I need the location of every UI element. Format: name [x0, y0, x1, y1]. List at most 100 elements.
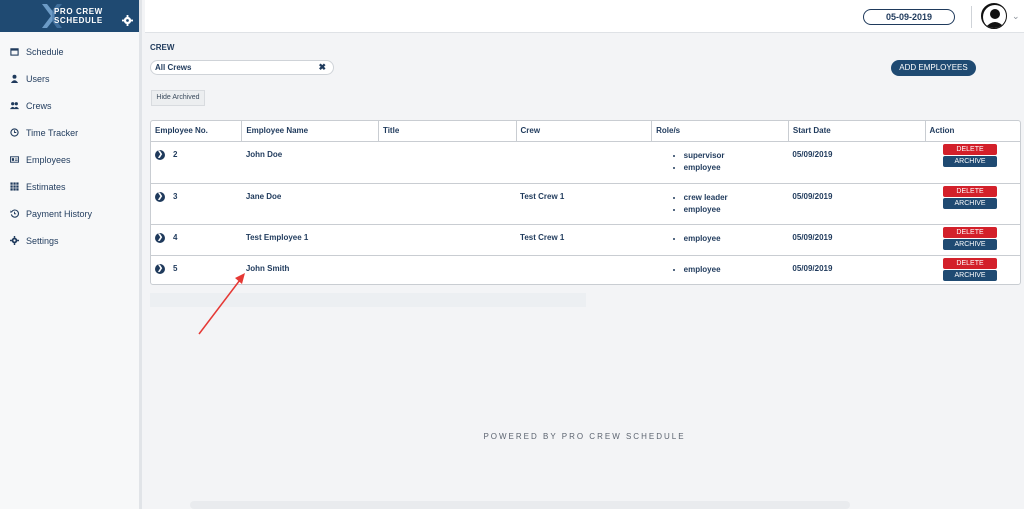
add-employees-button[interactable]: ADD EMPLOYEES: [891, 60, 976, 76]
start-date: 05/09/2019: [792, 191, 833, 201]
employee-name: John Doe: [245, 149, 283, 159]
chevron-right-icon[interactable]: ❯: [155, 263, 165, 274]
delete-button[interactable]: DELETE: [943, 143, 998, 155]
roles-list: crew leaderemployee: [656, 192, 789, 216]
footer-shadow: [190, 501, 850, 509]
column-header: Action: [929, 126, 955, 136]
role-item: employee: [684, 264, 789, 276]
employee-title: [378, 224, 516, 255]
start-date: 05/09/2019: [792, 149, 833, 159]
sidebar-item-label: Payment History: [26, 208, 93, 219]
employees-table: Employee No. Employee Name Title Crew Ro…: [150, 120, 1021, 285]
divider: [971, 6, 972, 28]
chevron-down-icon[interactable]: ⌄: [1012, 11, 1020, 22]
sidebar-item-label: Settings: [26, 235, 59, 246]
role-item: employee: [684, 204, 789, 216]
employee-no: 5: [173, 263, 178, 273]
logo-line-2: SCHEDULE: [54, 16, 103, 25]
sidebar-item-label: Estimates: [26, 181, 66, 192]
logo-bar: PRO CREW SCHEDULE: [0, 0, 139, 32]
crew-label: CREW: [150, 43, 175, 52]
archive-button[interactable]: ARCHIVE: [943, 238, 998, 250]
start-date: 05/09/2019: [792, 263, 833, 273]
column-header[interactable]: Crew: [516, 121, 653, 141]
calendar-icon: [10, 48, 19, 56]
main-content: CREW All Crews ✖ ADD EMPLOYEES Hide Arch…: [145, 33, 1024, 509]
archive-button[interactable]: ARCHIVE: [943, 155, 998, 167]
archive-button[interactable]: ARCHIVE: [943, 197, 998, 209]
sidebar-item-time-tracker[interactable]: Time Tracker: [0, 119, 139, 146]
table-row: ❯4 Test Employee 1 Test Crew 1 employee …: [151, 224, 1020, 255]
table-row: ❯ 3 Jane Doe Test Crew 1 crew leaderemplo…: [151, 183, 1020, 224]
delete-button[interactable]: DELETE: [943, 226, 998, 238]
employee-title: [378, 183, 516, 224]
hide-archived-button[interactable]: Hide Archived: [151, 90, 205, 106]
employee-no: 2: [173, 149, 178, 159]
annotation-arrow-icon: [198, 273, 245, 335]
gear-icon: [10, 236, 19, 245]
table-row: ❯ 5 John Smith employee 05/09/2019 DELETE…: [151, 255, 1020, 285]
sidebar-item-crews[interactable]: Crews: [0, 92, 139, 119]
sidebar-item-label: Time Tracker: [26, 127, 79, 138]
logo-line-1: PRO CREW: [54, 7, 103, 16]
user-icon: [10, 74, 19, 83]
column-header[interactable]: Role/s: [651, 121, 789, 141]
roles-list: employee: [656, 233, 789, 245]
sidebar-item-settings[interactable]: Settings: [0, 227, 139, 254]
sidebar: PRO CREW SCHEDULE Schedule Users Crews T…: [0, 0, 142, 509]
employee-name: John Smith: [245, 263, 290, 273]
clock-icon: [10, 128, 19, 137]
roles-list: supervisoremployee: [656, 150, 789, 174]
employee-name: Jane Doe: [245, 191, 282, 201]
employee-crew: Test Crew 1: [520, 191, 565, 201]
sidebar-item-payment-history[interactable]: Payment History: [0, 200, 139, 227]
sidebar-item-schedule[interactable]: Schedule: [0, 38, 139, 65]
employee-title: [378, 141, 516, 183]
sidebar-item-label: Employees: [26, 154, 71, 165]
employee-crew: Test Crew 1: [520, 232, 565, 242]
chevron-right-icon[interactable]: ❯: [155, 232, 165, 243]
sidebar-item-label: Crews: [26, 100, 52, 111]
sidebar-item-employees[interactable]: Employees: [0, 146, 139, 173]
employee-no: 3: [173, 191, 178, 201]
grid-icon: [10, 182, 19, 191]
user-avatar-icon: [983, 5, 1006, 28]
id-card-icon: [10, 156, 19, 163]
column-header[interactable]: Title: [378, 121, 517, 141]
crew-select[interactable]: All Crews ✖: [150, 60, 334, 75]
table-row: ❯ 2 John Doe supervisoremployee 05/09/201…: [151, 141, 1020, 183]
sidebar-item-users[interactable]: Users: [0, 65, 139, 92]
gear-icon[interactable]: [122, 15, 133, 26]
date-picker[interactable]: 05-09-2019: [863, 9, 955, 25]
delete-button[interactable]: DELETE: [943, 185, 998, 197]
sidebar-nav: Schedule Users Crews Time Tracker Employ…: [0, 32, 139, 254]
delete-button[interactable]: DELETE: [943, 257, 998, 269]
role-item: employee: [684, 233, 789, 245]
archive-button[interactable]: ARCHIVE: [943, 269, 998, 281]
chevron-right-icon[interactable]: ❯: [155, 191, 165, 202]
column-header[interactable]: Employee No.: [151, 121, 243, 141]
users-group-icon: [10, 102, 19, 110]
employee-crew: [516, 255, 652, 285]
avatar[interactable]: [981, 3, 1007, 29]
close-icon[interactable]: ✖: [318, 61, 326, 74]
table-header-row: Employee No. Employee Name Title Crew Ro…: [151, 121, 1020, 141]
top-bar: 05-09-2019 ⌄: [145, 0, 1024, 33]
roles-list: employee: [656, 264, 789, 276]
employee-crew: [516, 141, 652, 183]
sidebar-item-label: Schedule: [26, 46, 64, 57]
column-header[interactable]: Employee Name: [241, 121, 379, 141]
role-item: employee: [684, 162, 789, 174]
crew-select-value: All Crews: [155, 63, 192, 72]
sidebar-item-estimates[interactable]: Estimates: [0, 173, 139, 200]
logo-text: PRO CREW SCHEDULE: [54, 7, 103, 25]
employee-title: [378, 255, 516, 285]
powered-by-footer: POWERED BY PRO CREW SCHEDULE: [483, 432, 686, 441]
role-item: supervisor: [684, 150, 789, 162]
column-header[interactable]: Start Date: [788, 121, 926, 141]
employee-no: 4: [173, 232, 178, 242]
chevron-right-icon[interactable]: ❯: [155, 149, 165, 160]
history-icon: [10, 209, 19, 218]
start-date: 05/09/2019: [792, 232, 833, 242]
sidebar-item-label: Users: [26, 73, 50, 84]
